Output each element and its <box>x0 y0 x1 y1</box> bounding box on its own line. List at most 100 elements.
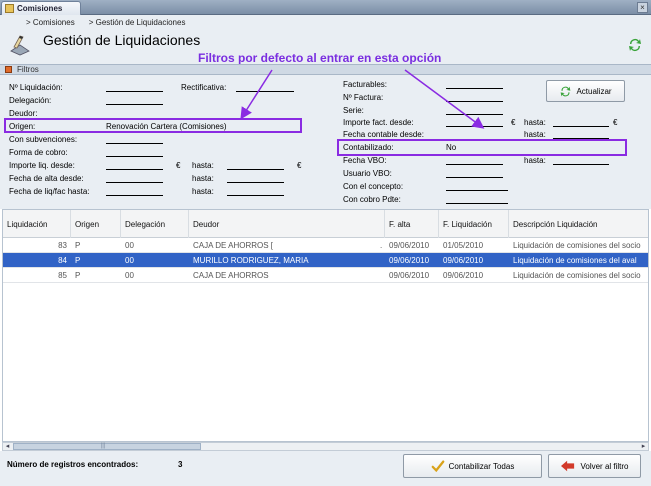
volver-filtro-button[interactable]: Volver al filtro <box>548 454 641 478</box>
horizontal-scrollbar[interactable]: ◂ ||| ▸ <box>2 442 649 451</box>
cell-descripcion: Liquidación de comisiones del socio <box>513 271 641 280</box>
fecha-alta-hasta-field[interactable] <box>227 174 284 183</box>
fecha-contable-label: Fecha contable desde: <box>343 130 424 139</box>
fecha-contable-hasta-label: hasta: <box>524 130 546 139</box>
close-window-button[interactable]: × <box>637 2 648 13</box>
fecha-liq-hasta2-field[interactable] <box>227 187 284 196</box>
importe-liq-label: Importe liq. desde: <box>9 161 75 170</box>
refresh-icon[interactable] <box>627 37 643 53</box>
cell-descripcion: Liquidación de comisiones del socio <box>513 241 641 250</box>
page-title: Gestión de Liquidaciones <box>43 32 201 48</box>
usuario-vbo-field[interactable] <box>446 169 503 178</box>
currency-symbol: € <box>297 161 302 170</box>
table-row-selected[interactable]: 84 P 00 MURILLO RODRIGUEZ, MARIA 09/06/2… <box>3 253 648 268</box>
fecha-liq-hasta-field[interactable] <box>106 187 163 196</box>
column-header-origen[interactable]: Origen <box>71 210 121 238</box>
column-header-delegacion[interactable]: Delegación <box>121 210 189 238</box>
fecha-alta-hasta-label: hasta: <box>192 174 214 183</box>
fecha-vbo-label: Fecha VBO: <box>343 156 387 165</box>
contabilizar-todas-label: Contabilizar Todas <box>448 461 515 471</box>
table-header: Liquidación Origen Delegación Deudor F. … <box>3 210 648 238</box>
fecha-vbo-desde-field[interactable] <box>446 156 503 165</box>
n-liquidacion-label: Nº Liquidación: <box>9 83 63 92</box>
fecha-alta-desde-field[interactable] <box>106 174 163 183</box>
cell-f-alta: 09/06/2010 <box>389 256 430 265</box>
importe-liq-desde-field[interactable] <box>106 161 163 170</box>
cell-liquidacion: 85 <box>58 271 67 280</box>
breadcrumb: Comisiones Gestión de Liquidaciones <box>26 18 186 27</box>
con-cobro-pdte-label: Con cobro Pdte: <box>343 195 401 204</box>
importe-liq-hasta-field[interactable] <box>227 161 284 170</box>
fecha-alta-label: Fecha de alta desde: <box>9 174 84 183</box>
fecha-contable-hasta-field[interactable] <box>553 130 609 139</box>
cell-f-liquidacion: 09/06/2010 <box>443 256 484 265</box>
rectificativa-field[interactable] <box>236 83 294 92</box>
contabilizado-label: Contabilizado: <box>343 143 394 152</box>
cell-origen: P <box>75 271 81 280</box>
scroll-right-icon[interactable]: ▸ <box>639 443 648 450</box>
filters-title: Filtros <box>17 65 39 74</box>
collapse-icon[interactable] <box>5 66 12 73</box>
con-subvenciones-field[interactable] <box>106 135 163 144</box>
table-row[interactable]: 85 P 00 CAJA DE AHORROS 09/06/2010 09/06… <box>3 268 648 283</box>
forma-cobro-field[interactable] <box>106 148 163 157</box>
column-header-liquidacion[interactable]: Liquidación <box>3 210 71 238</box>
n-liquidacion-field[interactable] <box>106 83 163 92</box>
deudor-label: Deudor: <box>9 109 38 118</box>
usuario-vbo-label: Usuario VBO: <box>343 169 392 178</box>
importe-fact-label: Importe fact. desde: <box>343 118 414 127</box>
rectificativa-label: Rectificativa: <box>181 83 227 92</box>
column-header-deudor[interactable]: Deudor <box>189 210 385 238</box>
origen-label: Origen: <box>9 122 36 131</box>
currency-symbol: € <box>176 161 181 170</box>
cell-f-alta: 09/06/2010 <box>389 271 430 280</box>
back-to-filter-icon <box>561 460 575 472</box>
importe-fact-desde-field[interactable] <box>446 118 503 127</box>
con-concepto-field[interactable] <box>446 182 508 191</box>
con-cobro-pdte-field[interactable] <box>446 195 508 204</box>
volver-filtro-label: Volver al filtro <box>580 461 629 471</box>
contabilizado-value[interactable]: No <box>446 143 456 152</box>
serie-field[interactable] <box>446 106 503 115</box>
column-header-f-alta[interactable]: F. alta <box>385 210 439 238</box>
refresh-icon <box>561 86 571 96</box>
tab-title: Comisiones <box>17 4 63 13</box>
actualizar-button[interactable]: Actualizar <box>546 80 625 102</box>
filters-panel: Nº Liquidación: Rectificativa: Delegació… <box>0 75 651 209</box>
cell-f-liquidacion: 09/06/2010 <box>443 271 484 280</box>
cell-f-alta: 09/06/2010 <box>389 241 430 250</box>
table-row[interactable]: 83 P 00 CAJA DE AHORROS [ . 09/06/2010 0… <box>3 238 648 253</box>
tab-comisiones[interactable]: Comisiones <box>1 1 81 15</box>
settlement-icon <box>10 35 30 56</box>
currency-symbol: € <box>613 118 618 127</box>
cell-origen: P <box>75 256 81 265</box>
filters-section-header[interactable]: Filtros <box>0 64 651 75</box>
fecha-liq-label: Fecha de liq/fac hasta: <box>9 187 90 196</box>
facturables-field[interactable] <box>446 80 503 89</box>
cell-deudor: MURILLO RODRIGUEZ, MARIA <box>193 256 309 265</box>
n-factura-field[interactable] <box>446 93 503 102</box>
cell-mark: . <box>380 241 383 250</box>
window-titlebar: Comisiones × <box>0 0 651 15</box>
importe-fact-hasta-label: hasta: <box>524 118 546 127</box>
breadcrumb-item-comisiones[interactable]: Comisiones <box>26 18 75 27</box>
cell-deudor: CAJA DE AHORROS <box>193 271 269 280</box>
breadcrumb-item-gestion[interactable]: Gestión de Liquidaciones <box>89 18 186 27</box>
cell-origen: P <box>75 241 81 250</box>
fecha-vbo-hasta-field[interactable] <box>553 156 609 165</box>
annotation-text: Filtros por defecto al entrar en esta op… <box>198 51 442 65</box>
n-factura-label: Nº Factura: <box>343 93 384 102</box>
cell-delegacion: 00 <box>125 256 134 265</box>
scroll-left-icon[interactable]: ◂ <box>3 443 12 450</box>
fecha-liq-hasta2-label: hasta: <box>192 187 214 196</box>
contabilizar-todas-button[interactable]: Contabilizar Todas <box>403 454 542 478</box>
con-concepto-label: Con el concepto: <box>343 182 404 191</box>
column-header-descripcion[interactable]: Descripción Liquidación <box>509 210 648 238</box>
delegacion-field[interactable] <box>106 96 163 105</box>
scroll-grip-icon: ||| <box>100 443 106 449</box>
cell-delegacion: 00 <box>125 241 134 250</box>
column-header-f-liquidacion[interactable]: F. Liquidación <box>439 210 509 238</box>
origen-value[interactable]: Renovación Cartera (Comisiones) <box>106 122 227 131</box>
forma-cobro-label: Forma de cobro: <box>9 148 68 157</box>
importe-fact-hasta-field[interactable] <box>553 118 609 127</box>
